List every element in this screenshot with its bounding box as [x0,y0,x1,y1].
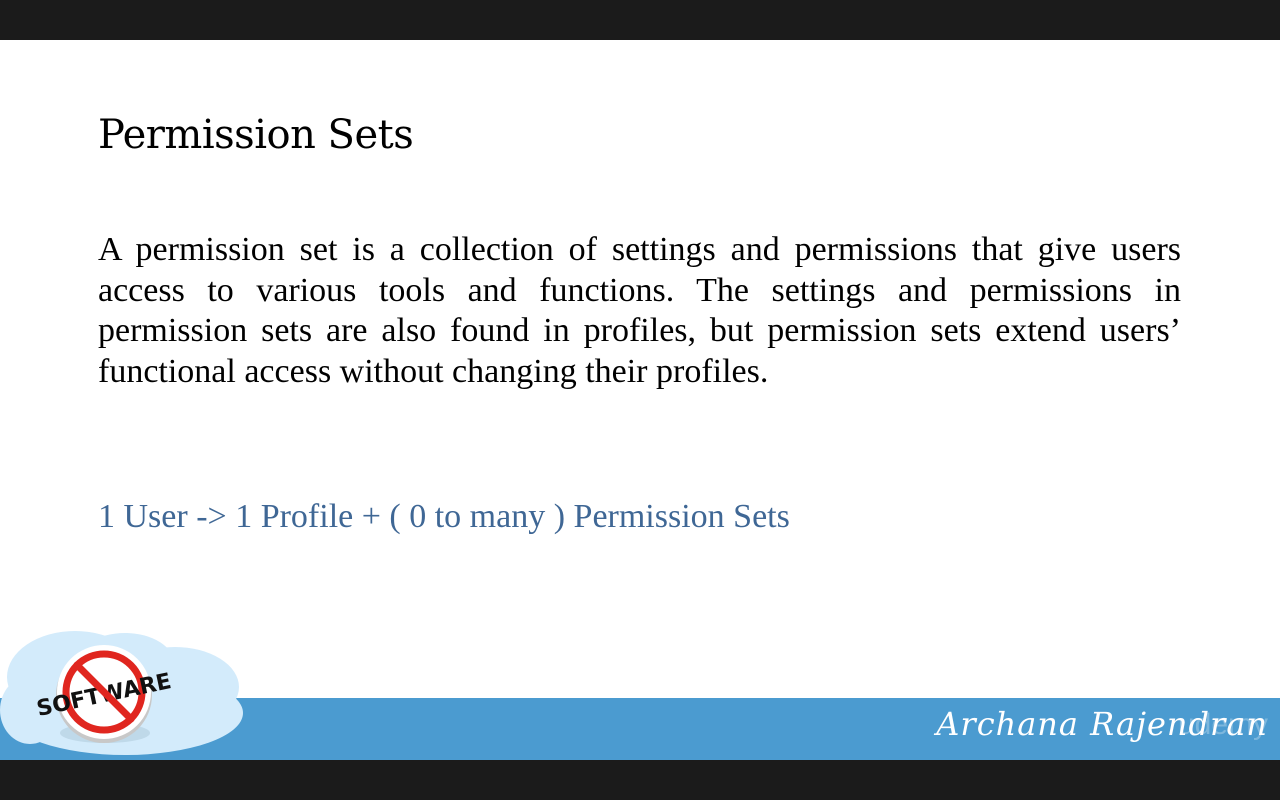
video-frame: Permission Sets A permission set is a co… [0,0,1280,800]
no-software-logo: SOFTWARE [0,631,243,755]
author-signature: Archana Rajendran [936,705,1268,743]
slide-title: Permission Sets [98,112,414,158]
slide-body-paragraph: A permission set is a collection of sett… [98,231,1181,390]
slide: Permission Sets A permission set is a co… [0,40,1280,760]
permission-formula: 1 User -> 1 Profile + ( 0 to many ) Perm… [98,498,790,535]
